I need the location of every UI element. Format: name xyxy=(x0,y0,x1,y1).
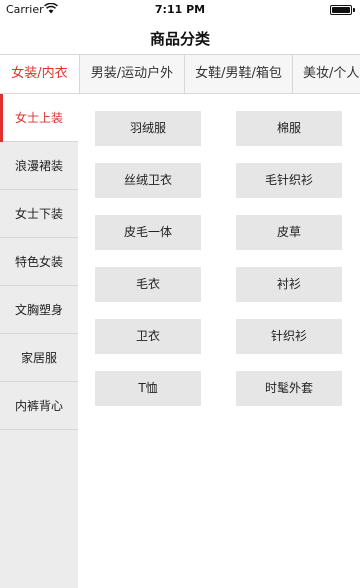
sidebar-item-bras-shapewear[interactable]: 文胸塑身 xyxy=(0,286,78,334)
active-indicator xyxy=(0,94,3,142)
sidebar-item-label: 浪漫裙装 xyxy=(14,159,63,173)
sidebar-item-label: 女士下装 xyxy=(14,207,63,221)
category-button[interactable]: 丝绒卫衣 xyxy=(95,163,201,198)
sidebar: 女士上装 浪漫裙装 女士下装 特色女装 文胸塑身 家居服 内裤背心 xyxy=(0,94,78,588)
battery-tip xyxy=(353,8,355,12)
sidebar-item-underwear[interactable]: 内裤背心 xyxy=(0,382,78,430)
sidebar-item-label: 女士上装 xyxy=(14,111,63,125)
category-button[interactable]: 卫衣 xyxy=(95,319,201,354)
category-button[interactable]: 皮毛一体 xyxy=(95,215,201,250)
category-button[interactable]: 衬衫 xyxy=(236,267,342,302)
tab-shoes-bags[interactable]: 女鞋/男鞋/箱包 xyxy=(185,55,293,93)
category-button[interactable]: 棉服 xyxy=(236,111,342,146)
category-tabs: 女装/内衣 男装/运动户外 女鞋/男鞋/箱包 美妆/个人 xyxy=(0,54,360,94)
category-button[interactable]: 时髦外套 xyxy=(236,371,342,406)
sidebar-item-label: 文胸塑身 xyxy=(14,303,63,317)
tab-men-sports[interactable]: 男装/运动户外 xyxy=(80,55,185,93)
subcategory-grid: 羽绒服 棉服 丝绒卫衣 毛针织衫 皮毛一体 皮草 毛衣 衬衫 卫衣 针织衫 T恤… xyxy=(78,94,360,588)
sidebar-item-label: 特色女装 xyxy=(14,255,63,269)
sidebar-item-women-tops[interactable]: 女士上装 xyxy=(0,94,78,142)
category-button[interactable]: 毛衣 xyxy=(95,267,201,302)
category-button[interactable]: 皮草 xyxy=(236,215,342,250)
battery-icon xyxy=(330,5,352,15)
page-title: 商品分类 xyxy=(149,30,210,48)
category-button[interactable]: 羽绒服 xyxy=(95,111,201,146)
sidebar-item-featured[interactable]: 特色女装 xyxy=(0,238,78,286)
sidebar-item-label: 内裤背心 xyxy=(14,399,63,413)
sidebar-item-label: 家居服 xyxy=(20,351,57,365)
tab-beauty[interactable]: 美妆/个人 xyxy=(293,55,360,93)
sidebar-item-dresses[interactable]: 浪漫裙装 xyxy=(0,142,78,190)
clock: 7:11 PM xyxy=(154,3,206,16)
sidebar-item-bottoms[interactable]: 女士下装 xyxy=(0,190,78,238)
status-bar: Carrier 7:11 PM xyxy=(0,0,360,20)
category-button[interactable]: 毛针织衫 xyxy=(236,163,342,198)
category-button[interactable]: T恤 xyxy=(95,371,201,406)
sidebar-item-homewear[interactable]: 家居服 xyxy=(0,334,78,382)
category-button[interactable]: 针织衫 xyxy=(236,319,342,354)
tab-women-apparel[interactable]: 女装/内衣 xyxy=(0,55,80,93)
